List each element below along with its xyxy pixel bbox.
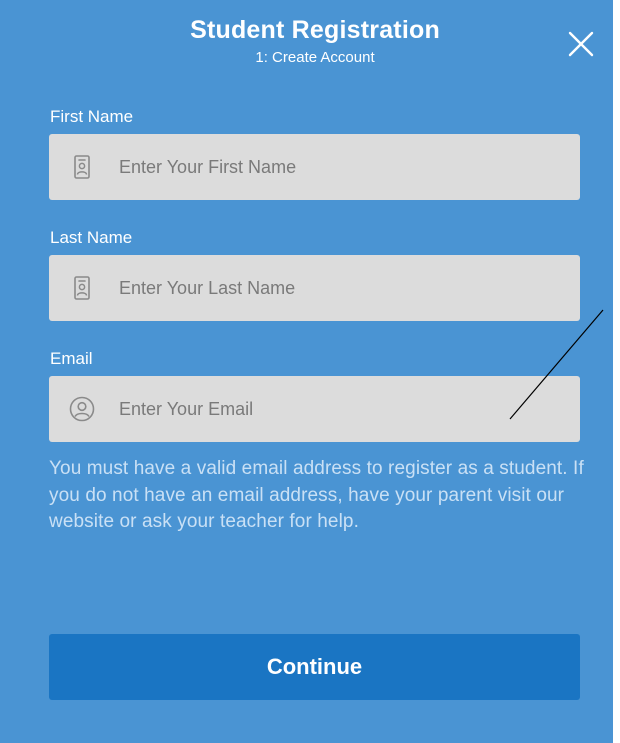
last-name-field[interactable] xyxy=(49,255,580,321)
email-input[interactable] xyxy=(119,376,559,442)
id-badge-icon xyxy=(74,155,90,179)
email-help-text: You must have a valid email address to r… xyxy=(49,458,584,532)
first-name-input[interactable] xyxy=(119,134,559,200)
close-button[interactable] xyxy=(566,29,596,59)
user-circle-icon xyxy=(69,396,95,422)
page-title: Student Registration xyxy=(190,16,440,44)
step-subtitle: 1: Create Account xyxy=(255,49,375,66)
id-badge-icon xyxy=(74,276,90,300)
email-label: Email xyxy=(50,349,93,368)
registration-panel: Student Registration 1: Create Account F… xyxy=(0,0,613,743)
last-name-input[interactable] xyxy=(119,255,559,321)
last-name-label: Last Name xyxy=(50,228,133,247)
email-field[interactable] xyxy=(49,376,580,442)
header: Student Registration 1: Create Account xyxy=(0,14,613,68)
first-name-field[interactable] xyxy=(49,134,580,200)
continue-button[interactable]: Continue xyxy=(49,634,580,700)
first-name-label: First Name xyxy=(50,107,134,126)
close-icon xyxy=(568,31,594,57)
